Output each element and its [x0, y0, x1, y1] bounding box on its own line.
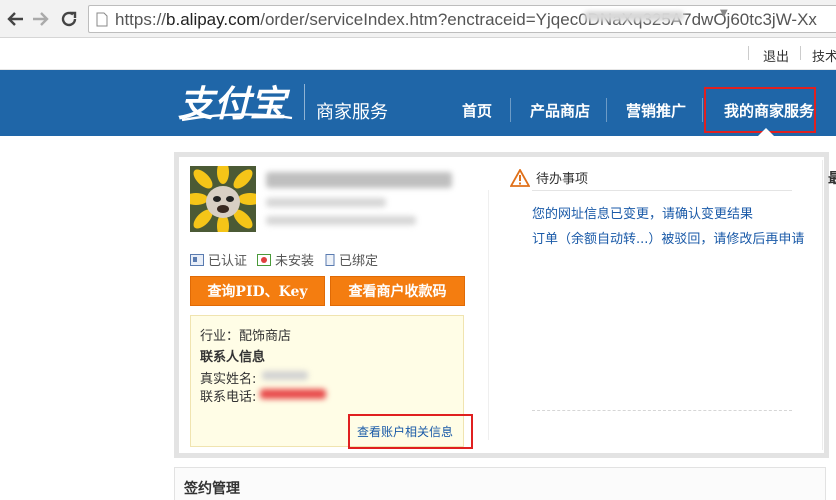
phone-label: 联系电话: [200, 390, 257, 405]
url-text: https://b.alipay.com/order/serviceIndex.… [115, 10, 817, 29]
real-name-blurred [262, 371, 308, 380]
id-card-icon [190, 253, 204, 266]
account-name-blurred [584, 11, 684, 21]
avatar[interactable] [190, 166, 256, 232]
todo-item-order-rejected[interactable]: 订单（余额自动转...）被驳回，请修改后再申请 [532, 228, 804, 247]
divider [702, 98, 703, 122]
query-pid-key-button[interactable]: 查询PID、Key [190, 276, 325, 306]
highlight-box [704, 87, 816, 133]
divider [510, 98, 511, 122]
phone-blurred [260, 389, 326, 399]
account-id-blurred [266, 198, 386, 207]
tech-link[interactable]: 技术 [812, 46, 836, 65]
status-bound: 已绑定 [325, 250, 378, 269]
user-strip [0, 38, 836, 70]
todo-header: 待办事项 [509, 167, 589, 187]
view-merchant-qr-button[interactable]: 查看商户收款码 [330, 276, 465, 306]
active-pointer [758, 128, 774, 136]
header-subtitle: 商家服务 [316, 102, 388, 122]
status-not-installed: 未安装 [257, 250, 314, 269]
phone-icon [325, 253, 335, 266]
nav-product-store[interactable]: 产品商店 [530, 100, 590, 121]
divider [800, 46, 801, 60]
back-icon[interactable] [4, 8, 26, 30]
status-verified: 已认证 [190, 250, 247, 269]
reload-icon[interactable] [58, 8, 80, 30]
contact-title: 联系人信息 [200, 350, 266, 365]
real-name-label: 真实姓名: [200, 372, 257, 387]
divider [532, 410, 792, 411]
certificate-icon [257, 253, 271, 266]
divider [822, 160, 823, 450]
divider [748, 46, 749, 60]
sign-management-title: 签约管理 [184, 481, 240, 497]
right-panel-title: 最 [828, 171, 836, 187]
sign-management-section [174, 467, 826, 500]
chevron-down-icon[interactable]: ▼ [720, 8, 728, 19]
merchant-name-blurred [266, 172, 452, 188]
divider [304, 84, 305, 120]
todo-title: 待办事项 [536, 172, 589, 187]
alipay-logo[interactable]: 支付宝 [178, 80, 296, 124]
nav-home[interactable]: 首页 [462, 100, 492, 121]
forward-icon[interactable] [30, 8, 52, 30]
page-icon [96, 12, 108, 31]
todo-item-url-changed[interactable]: 您的网址信息已变更，请确认变更结果 [532, 203, 753, 222]
warning-icon [509, 167, 531, 187]
logout-link[interactable]: 退出 [763, 46, 789, 65]
nav-marketing[interactable]: 营销推广 [626, 100, 686, 121]
browser-toolbar: https://b.alipay.com/order/serviceIndex.… [0, 0, 836, 38]
divider [606, 98, 607, 122]
divider [532, 190, 792, 191]
divider [488, 190, 489, 440]
view-account-info-link[interactable]: 查看账户相关信息 [357, 423, 453, 440]
industry-text: 行业：配饰商店 [200, 329, 292, 344]
company-blurred [266, 216, 416, 225]
